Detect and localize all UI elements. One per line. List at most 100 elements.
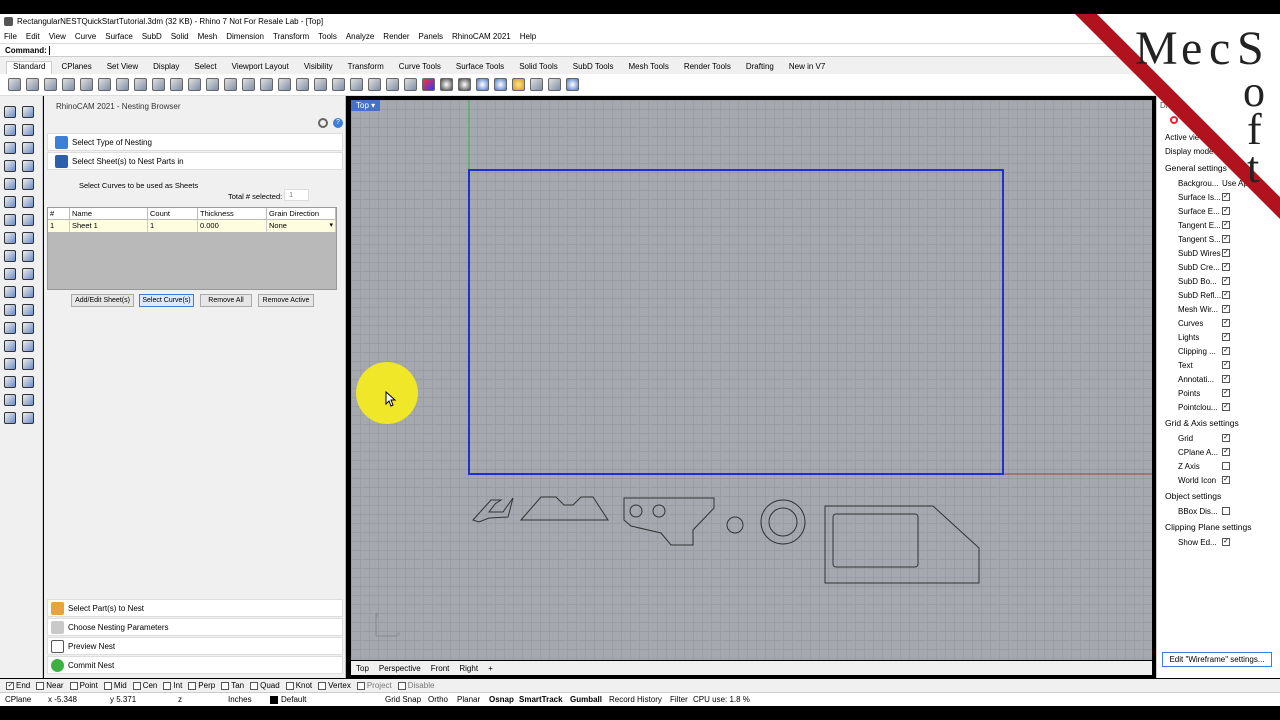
extrude-icon[interactable]	[22, 196, 34, 208]
gear-icon[interactable]	[318, 118, 328, 128]
lock-icon[interactable]	[404, 78, 417, 91]
osnap-point[interactable]: Point	[69, 681, 98, 690]
arc-icon[interactable]	[22, 142, 34, 154]
hatch-icon[interactable]	[22, 358, 34, 370]
osnap-mid[interactable]: Mid	[103, 681, 127, 690]
col-name[interactable]: Name	[70, 208, 148, 220]
setting-checkbox[interactable]: ✓	[1222, 375, 1230, 383]
lightbulb-on-icon[interactable]	[512, 78, 525, 91]
col-number[interactable]: #	[48, 208, 70, 220]
menu-help[interactable]: Help	[520, 32, 536, 41]
step-select-sheets[interactable]: Select Sheet(s) to Nest Parts in	[47, 152, 343, 170]
setting-checkbox[interactable]: ✓	[1222, 291, 1230, 299]
select-arrow-icon[interactable]	[4, 106, 16, 118]
grain-direction-select[interactable]: None ▾	[267, 220, 336, 232]
setting-checkbox[interactable]: ✓	[1222, 361, 1230, 369]
osnap-near[interactable]: Near	[36, 681, 64, 690]
dropdown-arrow-icon[interactable]: ▾	[329, 220, 333, 231]
osnap-knot[interactable]: Knot	[285, 681, 312, 690]
menu-analyze[interactable]: Analyze	[346, 32, 374, 41]
step-nesting-parameters[interactable]: Choose Nesting Parameters	[47, 618, 343, 636]
step-preview-nest[interactable]: Preview Nest	[47, 637, 343, 655]
tab-visibility[interactable]: Visibility	[298, 62, 339, 74]
scale-icon[interactable]	[22, 322, 34, 334]
osnap-end-checkbox[interactable]: ✓	[6, 681, 14, 690]
osnap-perp-checkbox[interactable]	[188, 681, 197, 690]
menu-view[interactable]: View	[49, 32, 66, 41]
osnap-project-checkbox[interactable]	[356, 681, 365, 690]
grid-array-icon[interactable]	[4, 376, 16, 388]
grid-checkbox[interactable]: ✓	[1222, 434, 1230, 442]
setting-checkbox[interactable]: ✓	[1222, 333, 1230, 341]
osnap-project[interactable]: Project	[356, 681, 392, 690]
step-select-parts[interactable]: Select Part(s) to Nest	[47, 599, 343, 617]
check-icon[interactable]	[22, 394, 34, 406]
cell-count[interactable]: 1	[148, 220, 198, 232]
osnap-point-checkbox[interactable]	[69, 681, 78, 690]
new-file-icon[interactable]	[8, 78, 21, 91]
menu-render[interactable]: Render	[383, 32, 409, 41]
tab-transform[interactable]: Transform	[342, 62, 390, 74]
viewport-tab-perspective[interactable]: Perspective	[379, 664, 421, 673]
show-edges-checkbox[interactable]: ✓	[1222, 538, 1230, 546]
tab-curve-tools[interactable]: Curve Tools	[393, 62, 447, 74]
cell-thickness[interactable]: 0.000	[198, 220, 267, 232]
status-planar[interactable]: Planar	[457, 695, 480, 704]
menu-curve[interactable]: Curve	[75, 32, 96, 41]
top-viewport[interactable]: Top ▾ y x	[351, 100, 1152, 660]
snap-icon[interactable]	[350, 78, 363, 91]
viewport-tab-front[interactable]: Front	[431, 664, 450, 673]
cell-name[interactable]: Sheet 1	[70, 220, 148, 232]
status-grid-snap[interactable]: Grid Snap	[385, 695, 421, 704]
menu-rhinocam[interactable]: RhinoCAM 2021	[452, 32, 511, 41]
move-icon[interactable]	[188, 78, 201, 91]
select-filter-icon[interactable]	[530, 78, 543, 91]
tab-viewport-layout[interactable]: Viewport Layout	[226, 62, 295, 74]
help-icon[interactable]	[566, 78, 579, 91]
viewport-tab-right[interactable]: Right	[459, 664, 478, 673]
trim-icon[interactable]	[22, 268, 34, 280]
text-icon[interactable]	[4, 322, 16, 334]
paste-icon[interactable]	[134, 78, 147, 91]
osnap-end[interactable]: ✓ End	[6, 681, 30, 690]
rotate-view-icon[interactable]	[278, 78, 291, 91]
join-icon[interactable]	[22, 286, 34, 298]
split-icon[interactable]	[4, 286, 16, 298]
mirror-icon[interactable]	[22, 340, 34, 352]
options-icon[interactable]	[548, 78, 561, 91]
tab-set-view[interactable]: Set View	[101, 62, 144, 74]
curve-icon[interactable]	[22, 124, 34, 136]
menu-edit[interactable]: Edit	[26, 32, 40, 41]
osnap-mid-checkbox[interactable]	[103, 681, 112, 690]
status-smarttrack[interactable]: SmartTrack	[519, 695, 563, 704]
step-commit-nest[interactable]: Commit Nest	[47, 656, 343, 674]
setting-checkbox[interactable]: ✓	[1222, 319, 1230, 327]
wireframe-sphere-icon[interactable]	[440, 78, 453, 91]
rendered-sphere-icon[interactable]	[476, 78, 489, 91]
layout-icon[interactable]	[4, 358, 16, 370]
remove-all-button[interactable]: Remove All	[200, 294, 252, 307]
status-gumball[interactable]: Gumball	[570, 695, 602, 704]
rectangle-icon[interactable]	[22, 160, 34, 172]
tab-drafting[interactable]: Drafting	[740, 62, 780, 74]
tab-solid-tools[interactable]: Solid Tools	[513, 62, 564, 74]
world-icon-checkbox[interactable]: ✓	[1222, 476, 1230, 484]
menu-file[interactable]: File	[4, 32, 17, 41]
status-layer[interactable]: Default	[281, 695, 306, 704]
menu-panels[interactable]: Panels	[419, 32, 443, 41]
setting-checkbox[interactable]: ✓	[1222, 249, 1230, 257]
help-icon[interactable]: ?	[333, 118, 343, 128]
col-grain-direction[interactable]: Grain Direction	[267, 208, 336, 220]
viewport-tab-top[interactable]: Top	[356, 664, 369, 673]
osnap-knot-checkbox[interactable]	[285, 681, 294, 690]
shaded-sphere-icon[interactable]	[458, 78, 471, 91]
tab-surface-tools[interactable]: Surface Tools	[450, 62, 510, 74]
point-icon[interactable]	[22, 106, 34, 118]
osnap-disable[interactable]: Disable	[397, 681, 434, 690]
undo-icon[interactable]	[152, 78, 165, 91]
status-units[interactable]: Inches	[228, 695, 252, 704]
tab-display[interactable]: Display	[147, 62, 185, 74]
surface-icon[interactable]	[4, 196, 16, 208]
osnap-tan[interactable]: Tan	[221, 681, 244, 690]
dimension-icon[interactable]	[22, 250, 34, 262]
